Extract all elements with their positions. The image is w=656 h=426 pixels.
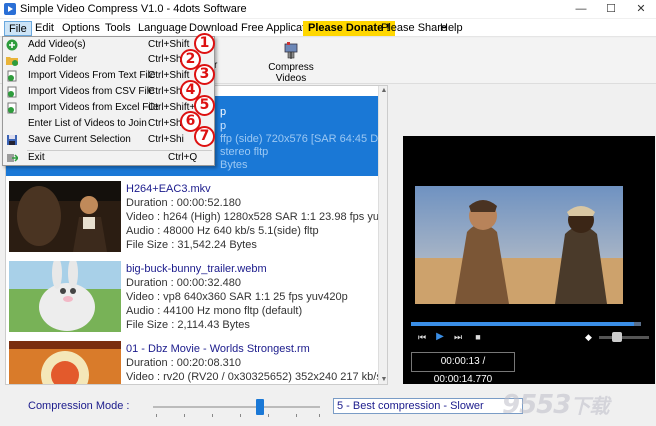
menu-item-add-videos[interactable]: Add Video(s) Ctrl+Shift bbox=[3, 38, 214, 53]
import-csv-icon bbox=[7, 86, 17, 98]
menu-item-label: Exit bbox=[28, 152, 45, 163]
audio-info: stereo fltp bbox=[220, 146, 269, 158]
video-info: Video : h264 (High) 1280x528 SAR 1:1 23.… bbox=[126, 211, 388, 223]
compression-mode-thumb[interactable] bbox=[256, 399, 264, 415]
scroll-down-icon[interactable]: ▼ bbox=[380, 376, 387, 384]
video-row[interactable]: H264+EAC3.mkv Duration : 00:00:52.180 Vi… bbox=[6, 177, 388, 257]
minimize-button[interactable]: — bbox=[566, 0, 596, 18]
time-display: 00:00:13 / 00:00:14.770 bbox=[411, 352, 515, 385]
close-button[interactable]: ✕ bbox=[626, 0, 656, 18]
app-icon bbox=[4, 3, 16, 15]
seek-bar[interactable] bbox=[411, 322, 641, 326]
video-frame bbox=[415, 186, 623, 304]
slider-tick bbox=[268, 414, 269, 417]
video-duration: Duration : 00:00:32.480 bbox=[126, 277, 241, 289]
slider-tick bbox=[240, 414, 241, 417]
stop-icon[interactable]: ■ bbox=[471, 330, 485, 344]
video-info: ffp (side) 720x576 [SAR 64:45 DAR 16:9] bbox=[220, 133, 387, 145]
video-name: H264+EAC3.mkv bbox=[126, 183, 211, 195]
menu-options[interactable]: Options bbox=[59, 21, 103, 36]
folder-icon bbox=[6, 57, 18, 66]
video-name: big-buck-bunny_trailer.webm bbox=[126, 263, 267, 275]
video-player: ⏮ ▶ ⏭ ■ ◆ 00:00:13 / 00:00:14.770 bbox=[403, 136, 655, 385]
menu-help[interactable]: Help bbox=[437, 21, 466, 36]
video-thumbnail bbox=[9, 181, 121, 252]
exit-icon bbox=[7, 154, 18, 162]
menu-item-shortcut: Ctrl+Shift bbox=[148, 39, 190, 50]
watermark: 9553下载 bbox=[502, 390, 656, 424]
video-info: Video : rv20 (RV20 / 0x30325652) 352x240… bbox=[126, 371, 388, 383]
file-size: File Size : 31,542.24 Bytes bbox=[126, 239, 257, 251]
menu-item-save-selection[interactable]: Save Current Selection Ctrl+Shi bbox=[3, 133, 214, 148]
menu-item-label: Add Video(s) bbox=[28, 39, 86, 50]
annotation-badge: 7 bbox=[194, 126, 215, 147]
video-row[interactable]: 01 - Dbz Movie - Worlds Strongest.rm Dur… bbox=[6, 337, 388, 384]
volume-icon[interactable]: ◆ bbox=[585, 332, 595, 342]
window-title: Simple Video Compress V1.0 - 4dots Softw… bbox=[20, 3, 247, 15]
video-info: Video : vp8 640x360 SAR 1:1 25 fps yuv42… bbox=[126, 291, 348, 303]
menu-item-import-text[interactable]: Import Videos From Text File Ctrl+Shift bbox=[3, 69, 214, 84]
scroll-up-icon[interactable]: ▲ bbox=[380, 87, 387, 95]
audio-info: Audio : 48000 Hz 640 kb/s 5.1(side) fltp bbox=[126, 225, 319, 237]
menu-bar: File Edit Options Tools Language Downloa… bbox=[0, 19, 656, 37]
slider-tick bbox=[212, 414, 213, 417]
file-size: Bytes bbox=[220, 159, 248, 171]
file-size: File Size : 2,114.43 Bytes bbox=[126, 319, 250, 331]
slider-tick bbox=[296, 414, 297, 417]
play-icon[interactable]: ▶ bbox=[433, 330, 447, 344]
video-duration: p bbox=[220, 120, 227, 132]
video-thumbnail bbox=[9, 261, 121, 332]
maximize-button[interactable]: ☐ bbox=[596, 0, 626, 18]
watermark-digits: 9553 bbox=[502, 390, 571, 420]
menu-item-label: Add Folder bbox=[28, 54, 77, 65]
compress-videos-button[interactable]: Compress Videos bbox=[254, 40, 328, 84]
compression-mode-label: Compression Mode : bbox=[28, 400, 130, 412]
video-duration: Duration : 00:20:08.310 bbox=[126, 357, 241, 369]
add-video-icon bbox=[6, 39, 18, 51]
compress-icon bbox=[284, 42, 298, 59]
volume-slider[interactable] bbox=[599, 336, 649, 339]
audio-info: Audio : 44100 Hz mono fltp (default) bbox=[126, 305, 303, 317]
list-scrollbar[interactable]: ▲ ▼ bbox=[378, 86, 387, 384]
video-thumbnail bbox=[9, 341, 121, 384]
video-duration: Duration : 00:00:52.180 bbox=[126, 197, 241, 209]
menu-item-exit[interactable]: Exit Ctrl+Q bbox=[3, 151, 214, 166]
compression-mode-select[interactable]: 5 - Best compression - Slower bbox=[333, 398, 523, 414]
slider-tick bbox=[319, 414, 320, 417]
menu-item-label: Import Videos from Excel File bbox=[28, 102, 159, 113]
menu-item-label: Enter List of Videos to Join bbox=[28, 118, 147, 129]
menu-item-label: Import Videos from CSV File bbox=[28, 86, 155, 97]
volume-knob[interactable] bbox=[612, 332, 622, 342]
next-icon[interactable]: ⏭ bbox=[451, 330, 465, 344]
menu-item-shortcut: Ctrl+Shi bbox=[148, 86, 184, 97]
menu-tools[interactable]: Tools bbox=[102, 21, 134, 36]
menu-item-label: Import Videos From Text File bbox=[28, 70, 156, 81]
import-excel-icon bbox=[7, 102, 17, 114]
menu-file[interactable]: File bbox=[4, 21, 32, 36]
video-row[interactable]: big-buck-bunny_trailer.webm Duration : 0… bbox=[6, 257, 387, 337]
menu-edit[interactable]: Edit bbox=[32, 21, 57, 36]
watermark-suffix: 下载 bbox=[570, 394, 609, 418]
compression-mode-slider[interactable] bbox=[153, 406, 320, 408]
menu-item-shortcut: Ctrl+Shift bbox=[148, 70, 190, 81]
menu-item-shortcut: Ctrl+Shi bbox=[148, 134, 184, 145]
slider-tick bbox=[156, 414, 157, 417]
slider-tick bbox=[184, 414, 185, 417]
title-bar: Simple Video Compress V1.0 - 4dots Softw… bbox=[0, 0, 656, 18]
compress-videos-label: Compress Videos bbox=[268, 62, 314, 84]
import-text-icon bbox=[7, 70, 17, 82]
video-name: 01 - Dbz Movie - Worlds Strongest.rm bbox=[126, 343, 310, 355]
menu-item-shortcut: Ctrl+Q bbox=[168, 152, 198, 163]
menu-item-shortcut: Ctrl+Shi bbox=[148, 118, 184, 129]
save-icon bbox=[7, 135, 17, 145]
previous-icon[interactable]: ⏮ bbox=[415, 330, 429, 344]
menu-item-label: Save Current Selection bbox=[28, 134, 131, 145]
seek-bar-progress bbox=[411, 322, 635, 326]
video-name: p bbox=[220, 106, 227, 118]
menu-language[interactable]: Language bbox=[135, 21, 190, 36]
